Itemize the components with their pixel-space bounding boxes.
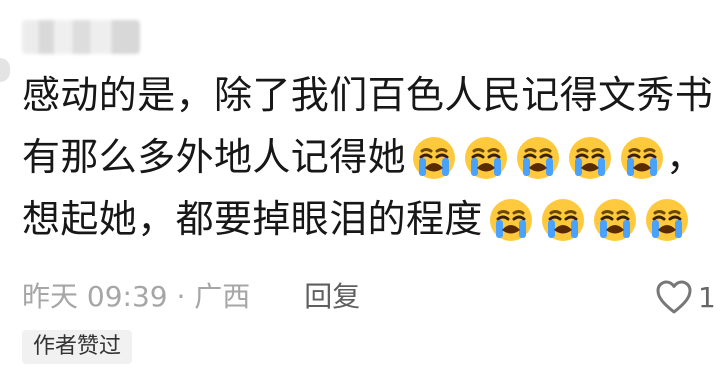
comment-trailing-comma: ， — [666, 135, 705, 179]
comment-body: 感动的是，除了我们百色人民记得文秀书 有那么多外地人记得她 ， 想起她，都要掉眼… — [22, 64, 720, 250]
crying-face-icon — [541, 199, 584, 241]
comment-text-line-3: 想起她，都要掉眼泪的程度 — [22, 197, 483, 241]
crying-face-icon — [517, 137, 560, 179]
reply-button[interactable]: 回复 — [304, 275, 360, 315]
crying-face-icon — [593, 199, 636, 241]
crying-face-icon — [621, 137, 664, 179]
crying-face-icon — [645, 199, 688, 241]
comment-screenshot: 感动的是，除了我们百色人民记得文秀书 有那么多外地人记得她 ， 想起她，都要掉眼… — [0, 0, 720, 380]
heart-outline-icon[interactable] — [654, 279, 694, 315]
crying-face-icon — [489, 199, 532, 241]
like-count: 1 — [698, 280, 716, 314]
blurred-username — [22, 20, 140, 54]
comment-line-3: 想起她，都要掉眼泪的程度 — [22, 188, 720, 250]
crying-face-icon — [569, 137, 612, 179]
author-liked-badge: 作者赞过 — [22, 330, 133, 364]
comment-meta: 昨天 09:39 · 广西 回复 — [22, 275, 360, 315]
comment-time-location: 昨天 09:39 · 广西 — [22, 280, 251, 313]
crying-face-icon — [465, 137, 508, 179]
left-edge-indicator — [0, 58, 10, 82]
comment-line-1: 感动的是，除了我们百色人民记得文秀书 — [22, 64, 720, 126]
like-button[interactable]: 1 — [654, 276, 720, 318]
comment-text-line-1: 感动的是，除了我们百色人民记得文秀书 — [22, 73, 714, 117]
comment-text-line-2: 有那么多外地人记得她 — [22, 135, 407, 179]
comment-line-2: 有那么多外地人记得她 ， — [22, 126, 720, 188]
crying-face-icon — [413, 137, 456, 179]
